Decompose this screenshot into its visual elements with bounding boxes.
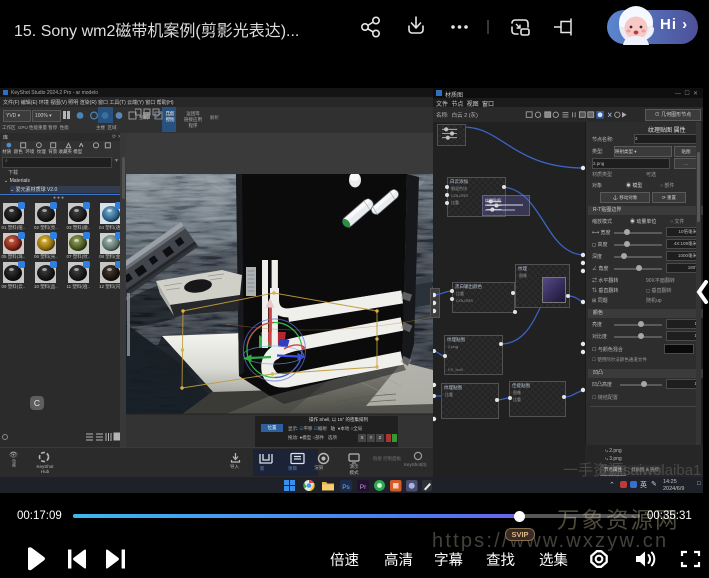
svg-text:Ps: Ps (342, 484, 350, 491)
svg-text:Pr: Pr (360, 484, 367, 491)
